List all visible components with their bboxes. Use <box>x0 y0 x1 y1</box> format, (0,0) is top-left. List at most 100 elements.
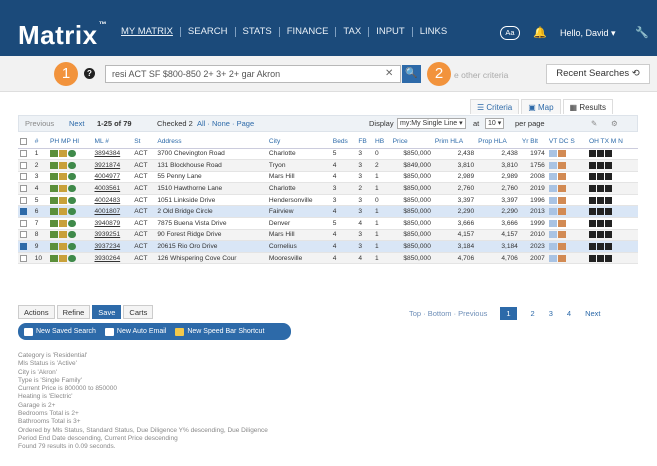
user-menu[interactable]: Hello, David ▾ <box>560 28 616 39</box>
nav-my-matrix[interactable]: MY MATRIX <box>114 27 181 37</box>
search-button[interactable]: 🔍 <box>402 65 421 83</box>
table-row[interactable]: 9 3937234 ACT 20615 Rio Oro Drive Cornelius 4… <box>18 240 638 253</box>
tax-icon[interactable] <box>588 254 596 262</box>
photo-icon[interactable] <box>49 196 58 204</box>
map-marker-icon[interactable] <box>596 231 604 239</box>
row-select[interactable] <box>18 205 33 219</box>
row-select[interactable] <box>18 171 33 184</box>
chart-icon[interactable] <box>557 196 566 204</box>
recent-searches-button[interactable]: Recent Searches ⟲ <box>546 64 650 84</box>
tax-icon[interactable] <box>588 173 596 181</box>
tab-save[interactable]: Save <box>92 305 122 319</box>
column-header[interactable]: HB <box>372 136 391 149</box>
documents-icon[interactable] <box>548 150 557 158</box>
chart-icon[interactable] <box>557 173 566 181</box>
display-select[interactable]: my:My Single Line ▾ <box>397 118 466 129</box>
per-page-select[interactable]: 10 ▾ <box>485 118 505 129</box>
photo-icon[interactable] <box>49 150 58 158</box>
checkbox[interactable] <box>20 196 27 204</box>
nav-input[interactable]: INPUT <box>369 27 413 37</box>
globe-icon[interactable] <box>67 231 76 239</box>
ml-number-link[interactable]: 4003561 <box>92 182 133 195</box>
map-marker-icon[interactable] <box>596 150 604 158</box>
column-header[interactable]: PH MP HI <box>47 136 93 149</box>
page-link-4[interactable]: 4 <box>567 309 571 318</box>
ml-number-link[interactable]: 3894384 <box>92 148 133 161</box>
table-row[interactable]: 1 3894384 ACT 3700 Chevington Road Charlotte… <box>18 148 638 161</box>
photo-icon[interactable] <box>49 242 58 250</box>
documents-icon[interactable] <box>548 184 557 192</box>
documents-icon[interactable] <box>548 231 557 239</box>
column-header[interactable]: ML # <box>92 136 133 149</box>
map-icon[interactable] <box>58 161 67 169</box>
photo-icon[interactable] <box>49 254 58 262</box>
map-icon[interactable] <box>58 184 67 192</box>
map-icon[interactable] <box>58 208 67 216</box>
ml-number-link[interactable]: 3939251 <box>92 229 133 242</box>
photo-icon[interactable] <box>49 219 58 227</box>
chart-icon[interactable] <box>557 242 566 250</box>
map-marker-icon[interactable] <box>596 161 604 169</box>
map-marker-icon[interactable] <box>596 254 604 262</box>
page-link-3[interactable]: 3 <box>549 309 553 318</box>
documents-icon[interactable] <box>548 208 557 216</box>
chart-icon[interactable] <box>557 219 566 227</box>
tax-icon[interactable] <box>588 219 596 227</box>
ml-number-link[interactable]: 4001807 <box>92 205 133 219</box>
bell-icon[interactable]: 🔔 <box>533 26 547 39</box>
photo-icon[interactable] <box>49 161 58 169</box>
tab-refine[interactable]: Refine <box>56 305 91 319</box>
notes-icon[interactable] <box>604 242 612 250</box>
text-size-icon[interactable]: Aa <box>500 26 520 40</box>
globe-icon[interactable] <box>67 173 76 181</box>
page-link-2[interactable]: 2 <box>531 309 535 318</box>
globe-icon[interactable] <box>67 242 76 250</box>
tab-carts[interactable]: Carts <box>123 305 154 319</box>
column-header[interactable]: OH TX M N <box>586 136 638 149</box>
ml-number-link[interactable]: 3930264 <box>92 252 133 265</box>
map-icon[interactable] <box>58 219 67 227</box>
map-icon[interactable] <box>58 231 67 239</box>
notes-icon[interactable] <box>604 254 612 262</box>
column-header[interactable]: Address <box>155 136 267 149</box>
chart-icon[interactable] <box>557 161 566 169</box>
nav-tax[interactable]: TAX <box>336 27 370 37</box>
nav-stats[interactable]: STATS <box>236 27 280 37</box>
documents-icon[interactable] <box>548 242 557 250</box>
column-header[interactable]: Prim HLA <box>432 136 477 149</box>
previous-link[interactable]: Previous <box>25 119 54 128</box>
chart-icon[interactable] <box>557 231 566 239</box>
globe-icon[interactable] <box>67 150 76 158</box>
tax-icon[interactable] <box>588 184 596 192</box>
tab-actions[interactable]: Actions <box>18 305 55 319</box>
photo-icon[interactable] <box>49 231 58 239</box>
table-row[interactable]: 8 3939251 ACT 90 Forest Ridge Drive Mars Hil… <box>18 229 638 242</box>
table-row[interactable]: 4 4003561 ACT 1510 Hawthorne Lane Charlotte 3… <box>18 182 638 195</box>
notes-icon[interactable] <box>604 173 612 181</box>
map-marker-icon[interactable] <box>596 173 604 181</box>
column-header[interactable]: Yr Blt <box>519 136 547 149</box>
map-icon[interactable] <box>58 242 67 250</box>
globe-icon[interactable] <box>67 219 76 227</box>
tax-icon[interactable] <box>588 231 596 239</box>
globe-icon[interactable] <box>67 254 76 262</box>
checkbox[interactable] <box>20 242 27 250</box>
chart-icon[interactable] <box>557 150 566 158</box>
documents-icon[interactable] <box>548 173 557 181</box>
row-select[interactable] <box>18 182 33 195</box>
map-marker-icon[interactable] <box>596 208 604 216</box>
settings-icon[interactable]: ⚙ <box>611 119 618 128</box>
row-select[interactable] <box>18 217 33 230</box>
checkbox[interactable] <box>20 184 27 192</box>
tax-icon[interactable] <box>588 161 596 169</box>
checkbox[interactable] <box>20 173 27 181</box>
column-header[interactable]: VT DC S <box>546 136 587 149</box>
map-marker-icon[interactable] <box>596 242 604 250</box>
ml-number-link[interactable]: 3940879 <box>92 217 133 230</box>
ml-number-link[interactable]: 3921874 <box>92 159 133 172</box>
checkbox[interactable] <box>20 254 27 262</box>
wrench-icon[interactable]: 🔧 <box>635 26 649 39</box>
notes-icon[interactable] <box>604 231 612 239</box>
row-select[interactable] <box>18 240 33 253</box>
ml-number-link[interactable]: 3937234 <box>92 240 133 253</box>
